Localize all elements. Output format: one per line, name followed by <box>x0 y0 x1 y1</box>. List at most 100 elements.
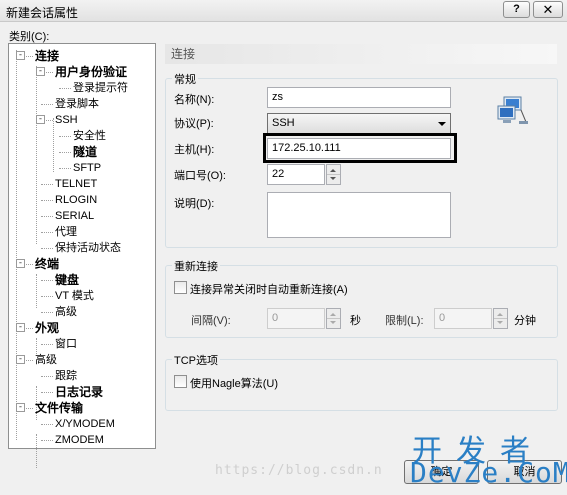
tree-item[interactable]: 外观 <box>35 320 59 336</box>
name-input[interactable]: zs <box>267 87 451 108</box>
interval-input[interactable]: 0 <box>267 308 325 329</box>
seconds-label: 秒 <box>350 315 361 327</box>
tree-item-label: 终端 <box>35 257 60 271</box>
tree-item-label: X/YMODEM <box>55 418 115 430</box>
tree-item[interactable]: 隧道 <box>73 144 97 160</box>
panel-header: 连接 <box>165 44 557 64</box>
host-label: 主机(H): <box>174 144 215 156</box>
tree-item-label: 高级 <box>55 306 77 318</box>
tree-item-label: 窗口 <box>55 338 77 350</box>
chevron-down-icon <box>438 122 446 126</box>
tree-item[interactable]: RLOGIN <box>55 192 97 208</box>
tree-item-label: 文件传输 <box>35 401 84 415</box>
tree-item[interactable]: 窗口 <box>55 336 77 352</box>
collapse-icon[interactable]: - <box>16 403 25 412</box>
window-title: 新建会话属性 <box>6 6 79 20</box>
tree-item[interactable]: SSH <box>55 112 78 128</box>
spin-up-icon <box>330 313 336 316</box>
collapse-icon[interactable]: - <box>16 259 25 268</box>
tcp-group-title: TCP选项 <box>172 352 220 368</box>
tree-item[interactable]: 键盘 <box>55 272 79 288</box>
tree-item-label: 日志记录 <box>55 385 104 399</box>
tree-item[interactable]: 跟踪 <box>55 368 77 384</box>
tree-item-label: TELNET <box>55 178 98 190</box>
network-computer-icon <box>497 96 529 126</box>
tree-item[interactable]: 保持活动状态 <box>55 240 121 256</box>
tree-item[interactable]: X/YMODEM <box>55 416 115 432</box>
limit-spinner[interactable] <box>493 308 508 329</box>
tree-item-label: 登录提示符 <box>73 82 128 94</box>
collapse-icon[interactable]: - <box>36 115 45 124</box>
protocol-select-value: SSH <box>272 117 295 129</box>
tree-item-label: 键盘 <box>55 273 80 287</box>
nagle-checkbox[interactable] <box>174 375 187 388</box>
limit-input[interactable]: 0 <box>434 308 492 329</box>
tree-item-label: 保持活动状态 <box>55 242 121 254</box>
tree-item[interactable]: 连接 <box>35 48 59 64</box>
category-tree[interactable]: 连接 - 用户身份验证 - 登录提示符登录脚本 SSH - 安全性隧道 SFTP TELNET RL… <box>8 43 156 468</box>
tree-item-label: VT 模式 <box>55 290 94 302</box>
limit-label: 限制(L): <box>385 315 424 327</box>
tree-item[interactable]: 日志记录 <box>55 384 103 400</box>
category-label: 类别(C): <box>9 31 50 43</box>
auto-reconnect-checkbox[interactable] <box>174 281 187 294</box>
tree-item[interactable]: ZMODEM <box>55 432 104 448</box>
port-label: 端口号(O): <box>174 170 226 182</box>
help-button[interactable]: ? <box>503 1 530 18</box>
tree-item[interactable]: SERIAL <box>55 208 94 224</box>
auto-reconnect-label: 连接异常关闭时自动重新连接(A) <box>190 284 348 296</box>
desc-label: 说明(D): <box>174 198 215 210</box>
tree-item[interactable]: TELNET <box>55 176 97 192</box>
tree-item-label: 用户身份验证 <box>55 65 128 79</box>
spin-down-icon <box>497 321 503 324</box>
collapse-icon[interactable]: - <box>16 323 25 332</box>
tree-item-label: 隧道 <box>73 145 98 159</box>
tree-item[interactable]: 代理 <box>55 224 77 240</box>
nagle-label: 使用Nagle算法(U) <box>190 378 279 390</box>
interval-label: 间隔(V): <box>191 315 231 327</box>
tree-item[interactable]: 用户身份验证 <box>55 64 127 80</box>
watermark-logo-en: DevZe.CoM <box>410 456 567 489</box>
collapse-icon[interactable]: - <box>16 51 25 60</box>
watermark-url: https://blog.csdn.n <box>215 463 383 478</box>
tree-item-label: SSH <box>55 114 78 126</box>
name-label: 名称(N): <box>174 94 215 106</box>
spin-down-icon <box>330 177 336 180</box>
port-spinner[interactable] <box>326 164 341 185</box>
watermark-logo: 开发者 DevZe.CoM <box>410 426 567 489</box>
tree-item-label: 代理 <box>55 226 77 238</box>
spin-down-icon <box>330 321 336 324</box>
interval-spinner[interactable] <box>326 308 341 329</box>
tree-item[interactable]: 终端 <box>35 256 59 272</box>
desc-textarea[interactable] <box>267 192 451 238</box>
tree-item[interactable]: 文件传输 <box>35 400 83 416</box>
tree-item[interactable]: 登录脚本 <box>55 96 99 112</box>
host-highlight-box <box>263 133 457 163</box>
spin-up-icon <box>330 169 336 172</box>
spin-up-icon <box>497 313 503 316</box>
tree-item-label: 连接 <box>35 49 60 63</box>
tree-item[interactable]: 高级 <box>55 304 77 320</box>
tree-item-label: RLOGIN <box>55 194 98 206</box>
tree-item[interactable]: 登录提示符 <box>73 80 128 96</box>
tree-item-label: SFTP <box>73 162 102 174</box>
tree-item-label: 外观 <box>35 321 60 335</box>
close-button[interactable]: ✕ <box>533 1 563 18</box>
protocol-label: 协议(P): <box>174 118 214 130</box>
reconnect-group-title: 重新连接 <box>172 258 220 274</box>
tree-item[interactable]: VT 模式 <box>55 288 94 304</box>
collapse-icon[interactable]: - <box>16 355 25 364</box>
tree-item[interactable]: 高级 <box>35 352 57 368</box>
tree-item-label: 安全性 <box>73 130 106 142</box>
protocol-select[interactable]: SSH <box>267 113 451 134</box>
tree-item-label: 高级 <box>35 354 57 366</box>
title-bar: 新建会话属性 ? ✕ <box>0 0 567 22</box>
tree-item-label: 登录脚本 <box>55 98 99 110</box>
tree-item[interactable]: SFTP <box>73 160 101 176</box>
general-group-title: 常规 <box>172 71 198 87</box>
minutes-label: 分钟 <box>514 315 536 327</box>
collapse-icon[interactable]: - <box>36 67 45 76</box>
port-input[interactable]: 22 <box>267 164 325 185</box>
tree-item[interactable]: 安全性 <box>73 128 106 144</box>
tree-item-label: SERIAL <box>55 210 95 222</box>
